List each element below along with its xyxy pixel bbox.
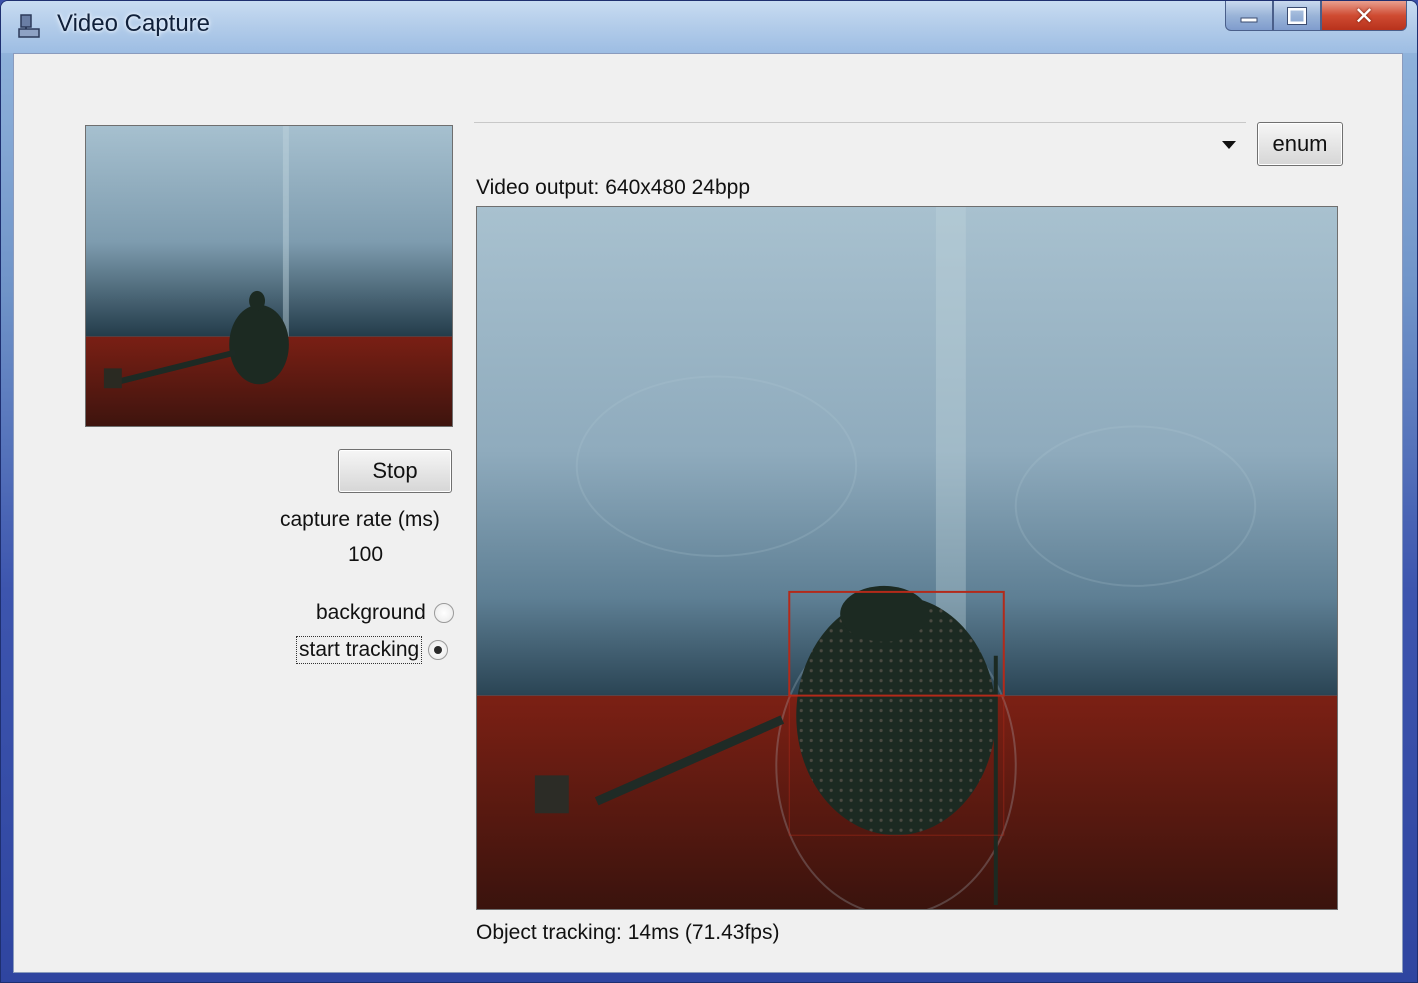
camera-preview-image: [86, 126, 452, 426]
minimize-button[interactable]: [1225, 1, 1273, 31]
chevron-down-icon[interactable]: [1222, 141, 1236, 149]
background-label: background: [316, 601, 426, 624]
object-tracking-label: Object tracking: 14ms (71.43fps): [476, 921, 780, 944]
radio-selected-dot: [434, 646, 443, 654]
start-tracking-radio[interactable]: [428, 640, 449, 660]
background-radio[interactable]: [433, 603, 454, 623]
enum-button[interactable]: enum: [1257, 122, 1343, 166]
window-controls: ✕: [1225, 1, 1407, 33]
app-window: Video Capture ✕ Stop capture rate (ms) 1…: [0, 0, 1418, 983]
maximize-icon: [1287, 6, 1307, 25]
window-title: Video Capture: [57, 10, 210, 37]
capture-rate-label: capture rate (ms): [280, 508, 440, 531]
video-output-image: [477, 207, 1337, 909]
client-area: Stop capture rate (ms) background start …: [13, 53, 1403, 973]
title-bar[interactable]: Video Capture ✕: [1, 1, 1417, 53]
start-tracking-label: start tracking: [296, 636, 423, 664]
start-tracking-option[interactable]: start tracking: [296, 636, 449, 664]
close-icon: ✕: [1353, 1, 1375, 30]
capture-rate-input[interactable]: [340, 540, 460, 570]
device-dropdown[interactable]: [474, 122, 1246, 162]
app-icon: [18, 14, 40, 38]
background-option[interactable]: background: [314, 600, 454, 626]
stop-button[interactable]: Stop: [338, 449, 452, 493]
maximize-button[interactable]: [1273, 1, 1321, 31]
minimize-icon: [1240, 17, 1258, 22]
close-button[interactable]: ✕: [1321, 1, 1407, 31]
video-output-label: Video output: 640x480 24bpp: [476, 176, 751, 199]
camera-preview: [85, 125, 453, 427]
video-output-view: [476, 206, 1338, 910]
